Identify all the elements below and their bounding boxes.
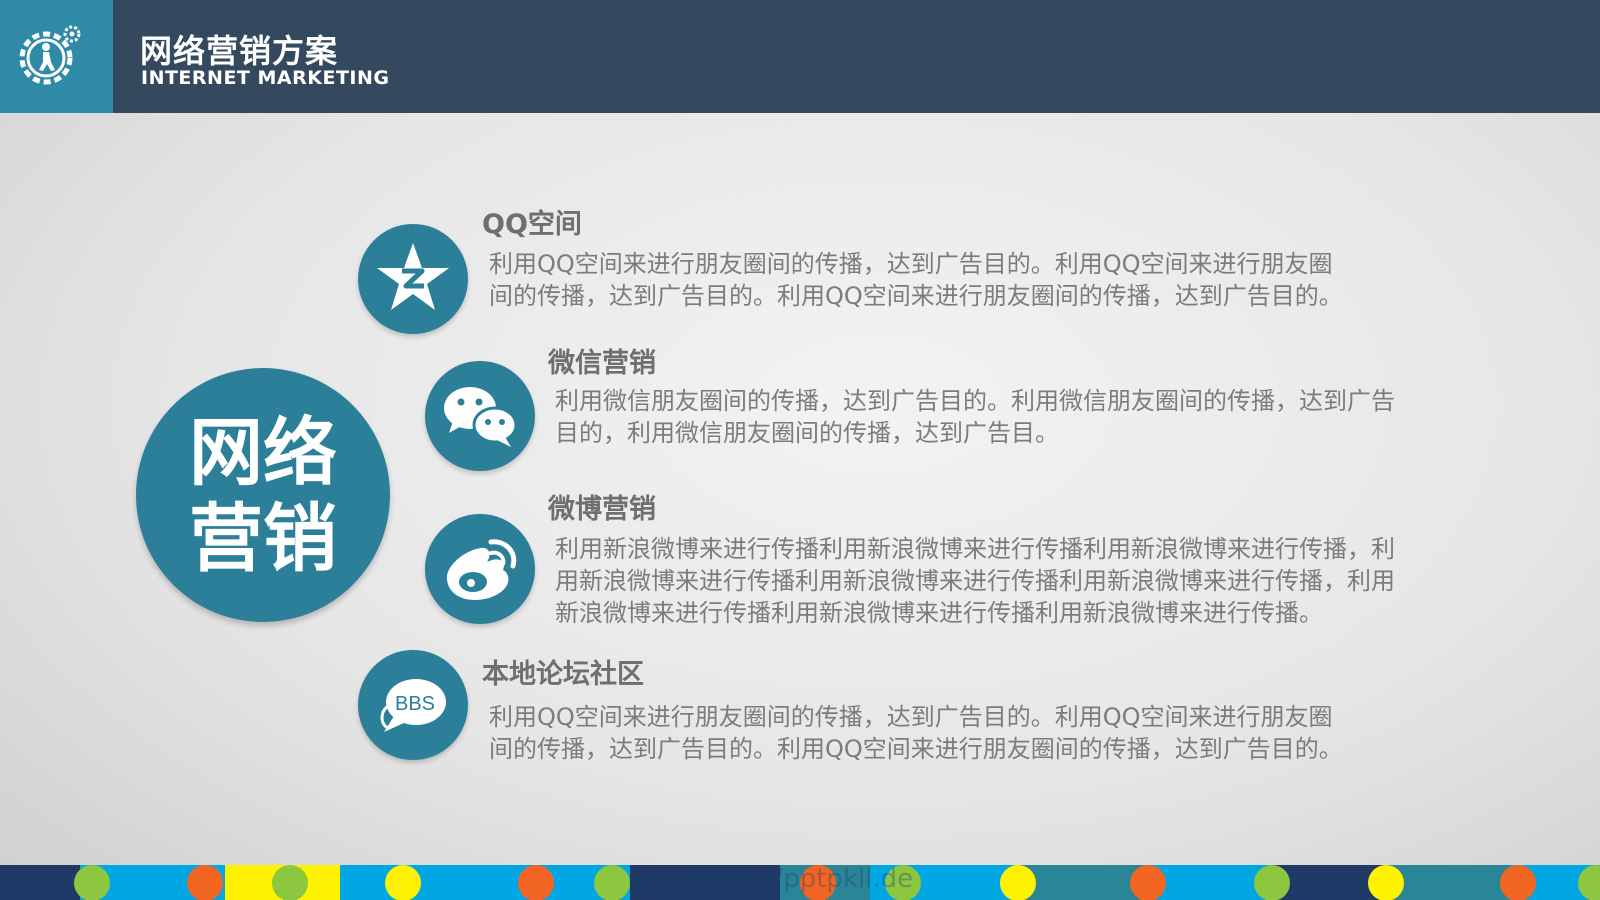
qzone-star-icon — [377, 243, 449, 310]
bbs-icon-circle: BBS — [358, 650, 468, 760]
desc-line: 利用新浪微博来进行传播利用新浪微博来进行传播利用新浪微博来进行传播，利 — [555, 535, 1395, 563]
strip-dot — [1368, 865, 1404, 900]
desc-line: 利用微信朋友圈间的传播，达到广告目的。利用微信朋友圈间的传播，达到广告 — [555, 387, 1395, 415]
watermark-text: https://pptpkll.de — [690, 864, 914, 894]
weibo-icon — [446, 539, 517, 600]
center-circle: 网络 营销 — [136, 368, 390, 622]
page-subtitle: INTERNET MARKETING — [141, 67, 390, 89]
desc-line: 间的传播，达到广告目的。利用QQ空间来进行朋友圈间的传播，达到广告目的。 — [489, 282, 1343, 310]
strip-dot — [518, 865, 554, 900]
center-text-line1: 网络 — [189, 410, 337, 496]
strip-segment — [1390, 865, 1510, 900]
strip-segment — [0, 865, 80, 900]
page-title: 网络营销方案 — [140, 32, 339, 70]
item-title-bbs: 本地论坛社区 — [482, 659, 644, 690]
bbs-icon: BBS — [380, 679, 446, 732]
wechat-icon-circle — [425, 361, 535, 471]
logo-box — [0, 0, 113, 113]
desc-line: 目的，利用微信朋友圈间的传播，达到广告目。 — [555, 419, 1059, 447]
center-text-line2: 营销 — [189, 496, 337, 582]
strip-dot — [272, 865, 308, 900]
desc-line: 新浪微博来进行传播利用新浪微博来进行传播利用新浪微博来进行传播。 — [555, 599, 1323, 627]
header-bar: 网络营销方案 INTERNET MARKETING — [0, 0, 1600, 113]
gear-person-icon — [19, 25, 81, 85]
desc-line: 间的传播，达到广告目的。利用QQ空间来进行朋友圈间的传播，达到广告目的。 — [489, 735, 1343, 763]
strip-dot — [187, 865, 223, 900]
weibo-icon-circle — [425, 514, 535, 624]
item-desc-weibo: 利用新浪微博来进行传播利用新浪微博来进行传播利用新浪微博来进行传播，利 用新浪微… — [555, 533, 1395, 629]
strip-dot — [74, 865, 110, 900]
item-title-qzone: QQ空间 — [482, 209, 582, 240]
strip-dot — [1000, 865, 1036, 900]
strip-dot — [385, 865, 421, 900]
desc-line: 利用QQ空间来进行朋友圈间的传播，达到广告目的。利用QQ空间来进行朋友圈 — [489, 250, 1333, 278]
item-desc-qzone: 利用QQ空间来进行朋友圈间的传播，达到广告目的。利用QQ空间来进行朋友圈 间的传… — [489, 248, 1343, 312]
strip-dot — [594, 865, 630, 900]
item-title-weibo: 微博营销 — [548, 494, 656, 525]
desc-line: 利用QQ空间来进行朋友圈间的传播，达到广告目的。利用QQ空间来进行朋友圈 — [489, 703, 1333, 731]
qzone-icon-circle — [358, 224, 468, 334]
strip-dot — [1578, 865, 1600, 900]
strip-dot — [1130, 865, 1166, 900]
strip-dot — [1254, 865, 1290, 900]
desc-line: 用新浪微博来进行传播利用新浪微博来进行传播利用新浪微博来进行传播，利用 — [555, 567, 1395, 595]
wechat-icon — [444, 387, 518, 447]
item-desc-bbs: 利用QQ空间来进行朋友圈间的传播，达到广告目的。利用QQ空间来进行朋友圈 间的传… — [489, 701, 1343, 765]
bbs-icon-label: BBS — [395, 693, 435, 715]
item-title-wechat: 微信营销 — [548, 348, 656, 379]
item-desc-wechat: 利用微信朋友圈间的传播，达到广告目的。利用微信朋友圈间的传播，达到广告 目的，利… — [555, 385, 1395, 449]
strip-dot — [1500, 865, 1536, 900]
